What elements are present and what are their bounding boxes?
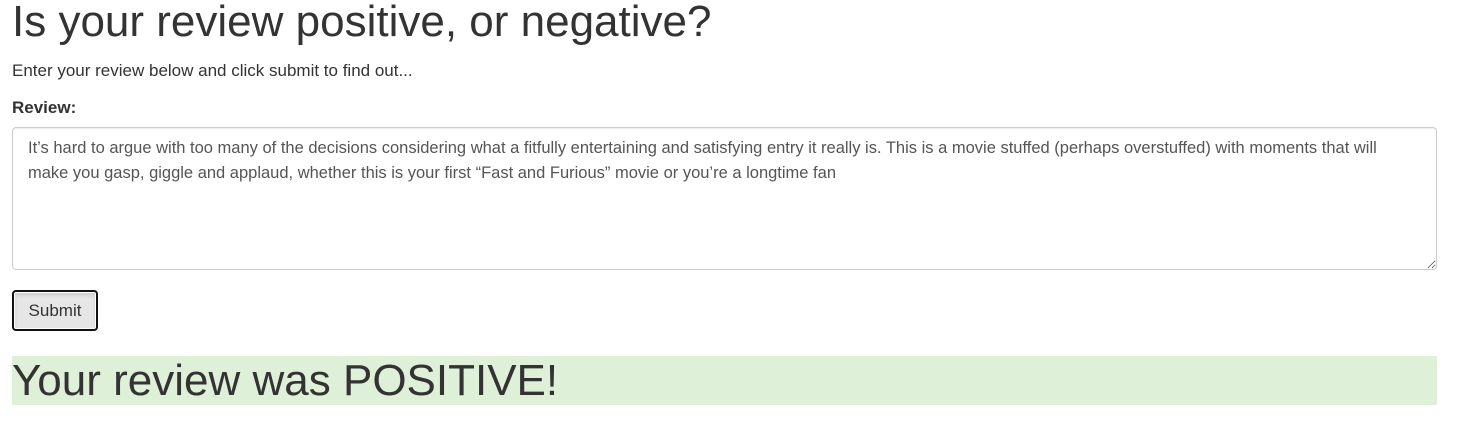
review-label: Review: [12, 98, 77, 117]
review-textarea[interactable]: It’s hard to argue with too many of the … [12, 127, 1437, 270]
page-instructions: Enter your review below and click submit… [12, 61, 413, 80]
result-text: Your review was POSITIVE! [12, 356, 559, 405]
result-banner: Your review was POSITIVE! [12, 356, 1437, 405]
page-title: Is your review positive, or negative? [12, 0, 712, 46]
page: Is your review positive, or negative? En… [0, 0, 1459, 432]
submit-button[interactable]: Submit [12, 290, 98, 331]
